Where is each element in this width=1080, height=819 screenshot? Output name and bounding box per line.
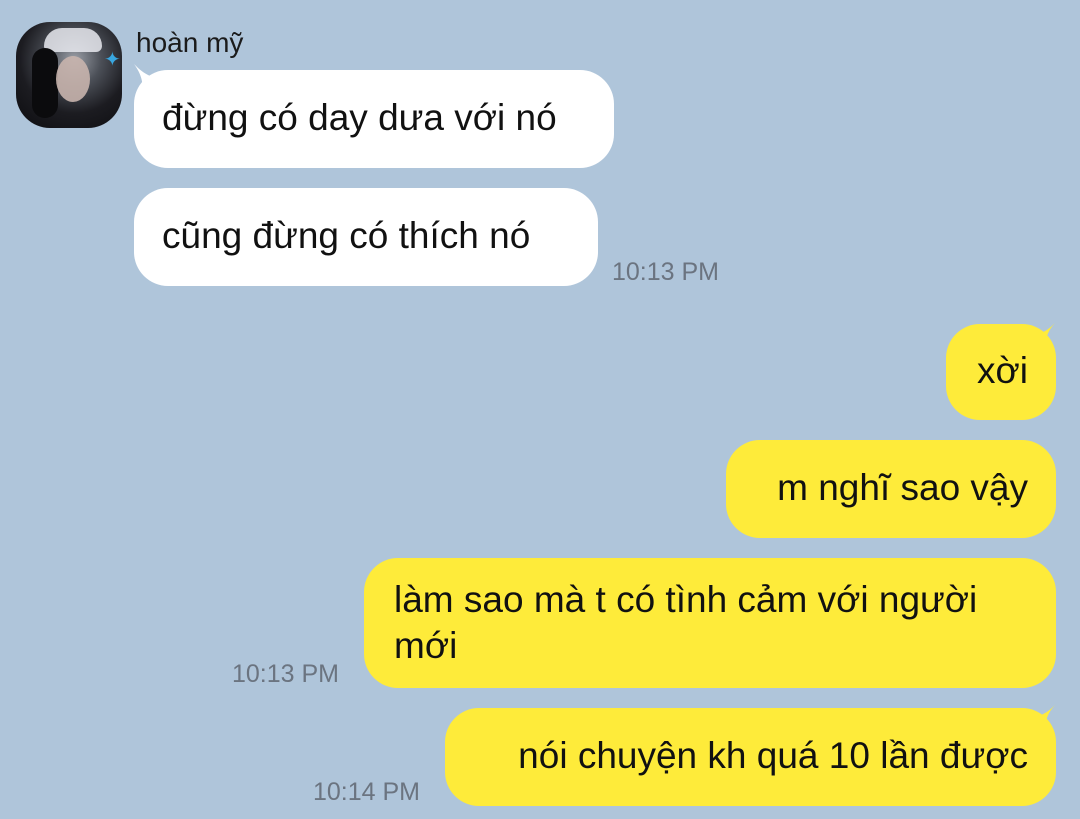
- message-text: nói chuyện kh quá 10 lần được: [518, 735, 1028, 776]
- message-bubble-outgoing[interactable]: xời: [946, 324, 1056, 420]
- avatar-face: [56, 56, 90, 102]
- message-text: làm sao mà t có tình cảm với người mới: [394, 579, 978, 666]
- message-timestamp: 10:13 PM: [232, 660, 340, 688]
- message-text: đừng có day dưa với nó: [162, 97, 557, 138]
- message-text: xời: [977, 350, 1028, 391]
- avatar-hair: [32, 48, 58, 118]
- message-bubble-outgoing[interactable]: làm sao mà t có tình cảm với người mới: [364, 558, 1056, 688]
- message-bubble-incoming[interactable]: đừng có day dưa với nó: [134, 70, 614, 168]
- message-bubble-outgoing[interactable]: m nghĩ sao vậy: [726, 440, 1056, 538]
- sender-name: hoàn mỹ: [136, 27, 244, 58]
- message-bubble-incoming[interactable]: cũng đừng có thích nó: [134, 188, 598, 286]
- message-timestamp: 10:14 PM: [313, 778, 421, 806]
- message-timestamp: 10:13 PM: [612, 258, 720, 286]
- contact-avatar[interactable]: ✦: [16, 22, 122, 128]
- message-text: m nghĩ sao vậy: [777, 467, 1028, 508]
- message-text: cũng đừng có thích nó: [162, 215, 531, 256]
- bow-icon: ✦: [104, 49, 121, 71]
- avatar-veil: [44, 28, 102, 52]
- message-bubble-outgoing[interactable]: nói chuyện kh quá 10 lần được: [445, 708, 1056, 806]
